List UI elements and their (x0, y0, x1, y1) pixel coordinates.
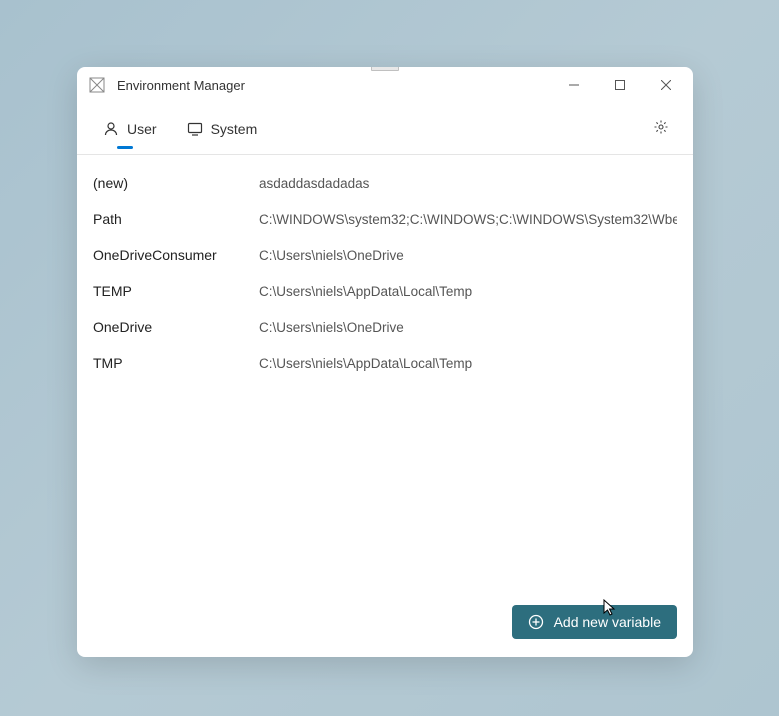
variable-name: TEMP (93, 283, 259, 299)
tab-user[interactable]: User (93, 113, 167, 145)
toolbar: User System (77, 103, 693, 155)
table-row[interactable]: OneDriveConsumerC:\Users\niels\OneDrive (77, 237, 693, 273)
variable-value: C:\Users\niels\OneDrive (259, 320, 677, 335)
variable-name: OneDrive (93, 319, 259, 335)
variables-list: (new)asdaddasdadadasPathC:\WINDOWS\syste… (77, 155, 693, 593)
tab-system-label: System (211, 121, 258, 137)
table-row[interactable]: PathC:\WINDOWS\system32;C:\WINDOWS;C:\WI… (77, 201, 693, 237)
window-controls (551, 69, 689, 101)
variable-name: (new) (93, 175, 259, 191)
plus-circle-icon (528, 614, 544, 630)
table-row[interactable]: OneDriveC:\Users\niels\OneDrive (77, 309, 693, 345)
variable-name: Path (93, 211, 259, 227)
titlebar[interactable]: Environment Manager (77, 67, 693, 103)
variable-value: C:\Users\niels\OneDrive (259, 248, 677, 263)
variable-value: C:\Users\niels\AppData\Local\Temp (259, 284, 677, 299)
window-drag-handle[interactable] (371, 67, 399, 71)
add-new-variable-button[interactable]: Add new variable (512, 605, 677, 639)
window-title: Environment Manager (117, 78, 551, 93)
add-button-label: Add new variable (554, 614, 661, 630)
table-row[interactable]: TEMPC:\Users\niels\AppData\Local\Temp (77, 273, 693, 309)
settings-button[interactable] (645, 113, 677, 145)
monitor-icon (187, 121, 203, 137)
variable-value: asdaddasdadadas (259, 176, 677, 191)
footer: Add new variable (77, 593, 693, 657)
table-row[interactable]: (new)asdaddasdadadas (77, 165, 693, 201)
variable-value: C:\Users\niels\AppData\Local\Temp (259, 356, 677, 371)
variable-value: C:\WINDOWS\system32;C:\WINDOWS;C:\WINDOW… (259, 212, 677, 227)
user-icon (103, 121, 119, 137)
maximize-button[interactable] (597, 69, 643, 101)
tab-user-label: User (127, 121, 157, 137)
app-window: Environment Manager User (77, 67, 693, 657)
app-icon (89, 77, 105, 93)
gear-icon (653, 119, 669, 138)
variable-name: TMP (93, 355, 259, 371)
minimize-button[interactable] (551, 69, 597, 101)
close-button[interactable] (643, 69, 689, 101)
table-row[interactable]: TMPC:\Users\niels\AppData\Local\Temp (77, 345, 693, 381)
variable-name: OneDriveConsumer (93, 247, 259, 263)
tab-system[interactable]: System (177, 113, 268, 145)
